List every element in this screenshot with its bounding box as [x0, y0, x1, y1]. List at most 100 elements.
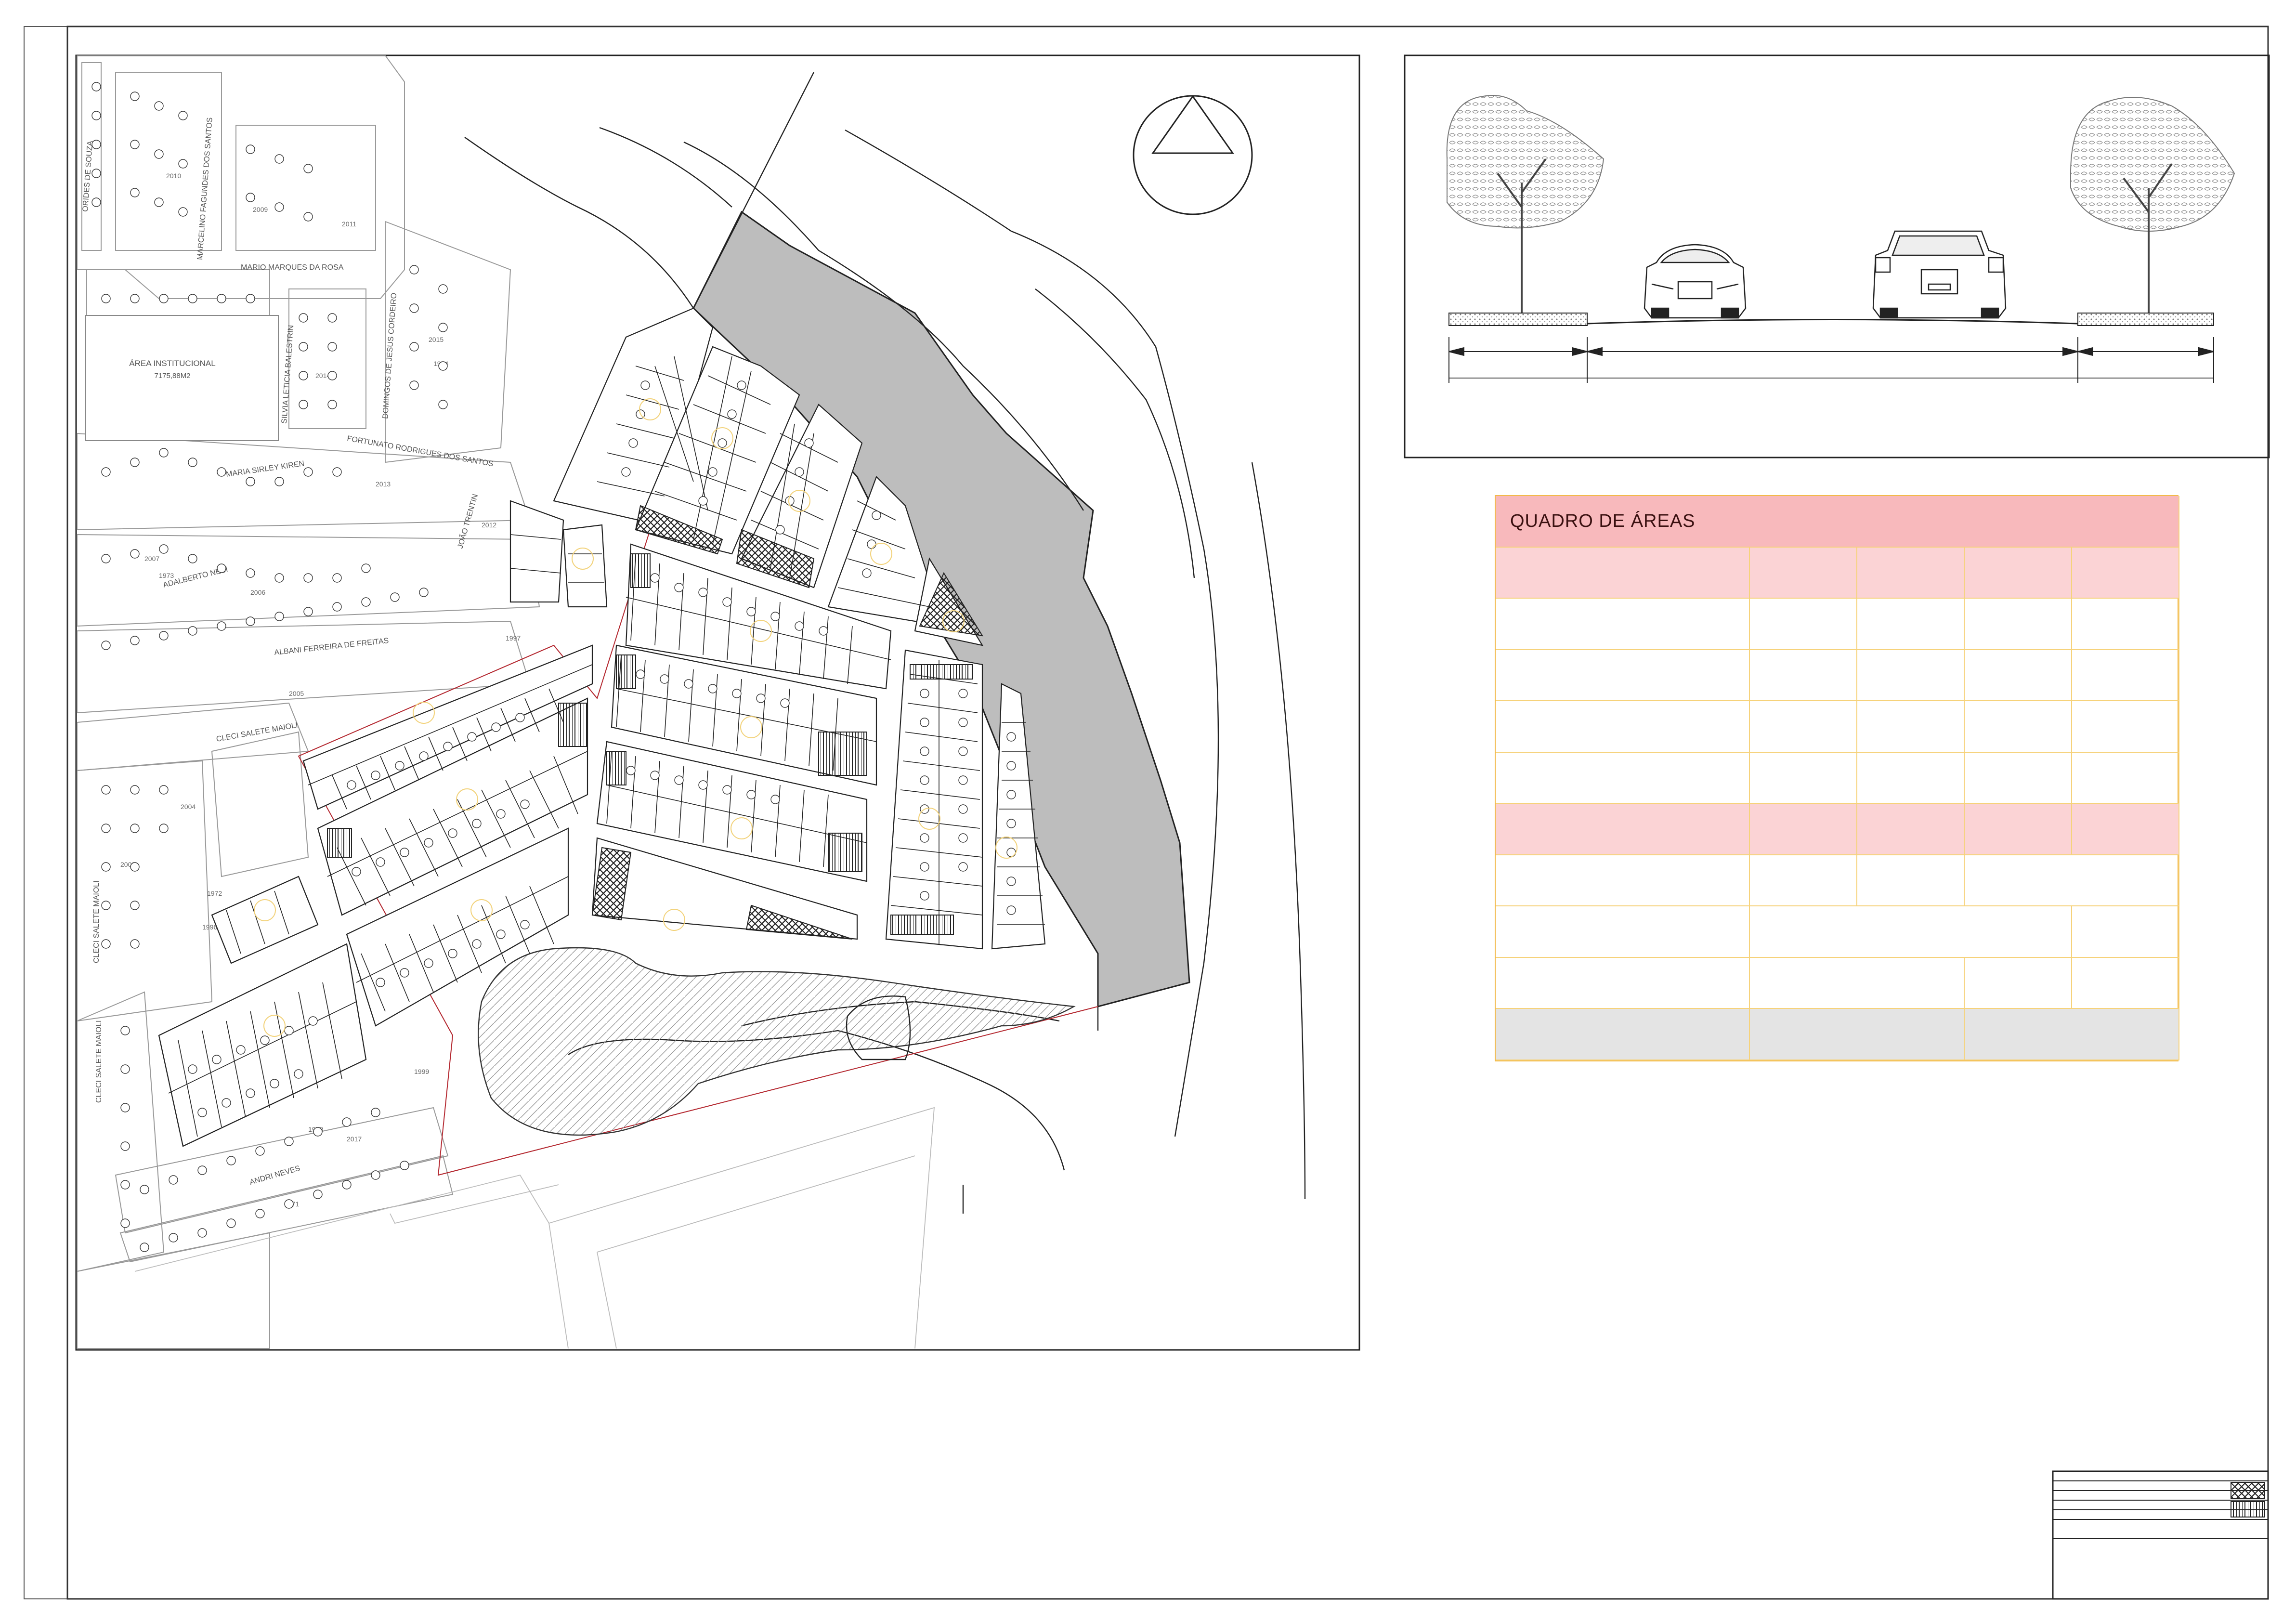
table-cell: [2072, 547, 2179, 599]
title-block: [2052, 1470, 2269, 1600]
street-label: ALBANI FERREIRA DE FREITAS: [274, 637, 389, 657]
table-cell: [2072, 599, 2179, 650]
table-cell: [1750, 804, 1857, 855]
table-cell: [1965, 957, 2072, 1009]
table-cell: [1965, 855, 2179, 907]
table-cell: [1857, 650, 1965, 702]
table-total-cell: [1965, 1009, 2179, 1060]
table-cell: [2072, 650, 2179, 702]
table-total-cell: [1496, 1009, 1750, 1060]
table-cell: [1750, 547, 1857, 599]
street-label: MARIO MARQUES DA ROSA: [241, 263, 344, 272]
table-cell: [1496, 701, 1750, 753]
table-cell: [1750, 701, 1857, 753]
block-number: 2005: [289, 690, 304, 697]
table-cell: [2072, 701, 2179, 753]
table-cell: [1965, 752, 2072, 804]
block-outline: [885, 649, 983, 950]
bars-lot: [616, 654, 636, 689]
bars-lot: [558, 703, 588, 747]
block-number: 2013: [376, 480, 391, 488]
site-plan: ÁREA INSTITUCIONAL 7175,88M2 MARIO MARQU…: [77, 55, 1306, 1349]
table-cell: [1496, 752, 1750, 804]
table-cell: [1496, 804, 1750, 855]
street-label: ANDRI NEVES: [248, 1164, 301, 1187]
street-label: DOMINGOS DE JESUS CORDEIRO: [381, 292, 398, 419]
table-cell: [1857, 701, 1965, 753]
areas-table-title: QUADRO DE ÁREAS: [1496, 496, 2179, 548]
table-cell: [1496, 650, 1750, 702]
bars-lot: [828, 833, 862, 872]
bars-lot: [606, 751, 626, 785]
street-label: CLECI SALETE MAIOLI: [92, 880, 101, 963]
institutional-area-label: ÁREA INSTITUCIONAL: [129, 359, 215, 368]
table-cell: [1965, 701, 2072, 753]
table-cell: [1965, 804, 2072, 855]
north-arrow-icon: [1133, 95, 1253, 215]
block-outline: [509, 500, 564, 603]
table-cell: [1496, 906, 1750, 958]
areas-table: QUADRO DE ÁREAS: [1495, 495, 2179, 1061]
street-label: MARIA SIRLEY KIREN: [225, 459, 305, 479]
retention-area: [478, 947, 1076, 1136]
block-number: 2015: [429, 336, 444, 343]
table-cell: [1750, 855, 1857, 907]
table-cell: [2072, 752, 2179, 804]
bars-lot: [818, 732, 867, 776]
block-number: 2017: [347, 1135, 362, 1143]
table-cell: [1496, 547, 1750, 599]
dimension-lines: [1448, 337, 2214, 383]
sidewalk-right: [2077, 313, 2214, 326]
bars-lot: [327, 828, 352, 858]
table-cell: [1750, 599, 1857, 650]
table-cell: [1965, 599, 2072, 650]
block-number: 1999: [414, 1068, 429, 1075]
tree-icon: [1446, 95, 1605, 313]
table-cell: [2072, 957, 2179, 1009]
table-cell: [1750, 752, 1857, 804]
block-number: 2012: [482, 521, 496, 529]
block-number: 2004: [181, 803, 196, 811]
block-outline: [562, 524, 608, 608]
table-cell: [1857, 752, 1965, 804]
block-number: 1972: [207, 889, 222, 897]
lower-outlines: [134, 1107, 935, 1349]
sidewalk-left: [1448, 313, 1588, 326]
block-number: 1997: [506, 634, 521, 642]
street-label: CLECI SALETE MAIOLI: [216, 721, 299, 744]
road-cross-section: [1446, 95, 2235, 383]
table-cell: [1750, 906, 2072, 958]
table-total-cell: [1750, 1009, 1965, 1060]
table-cell: [1965, 547, 2072, 599]
table-cell: [1750, 957, 1965, 1009]
table-cell: [1857, 599, 1965, 650]
block-number: 1973: [159, 572, 174, 579]
table-cell: [1750, 650, 1857, 702]
table-cell: [1965, 650, 2072, 702]
table-cell: [1857, 855, 1965, 907]
block-number: 2011: [342, 220, 356, 228]
title-block-logo: [2231, 1501, 2265, 1517]
street-label: CLECI SALETE MAIOLI: [95, 1020, 103, 1103]
table-cell: [2072, 804, 2179, 855]
institutional-area-size: 7175,88M2: [154, 372, 190, 380]
title-block-logo: [2231, 1482, 2265, 1499]
bars-lot: [630, 553, 651, 588]
table-cell: [1496, 599, 1750, 650]
street-label: MARCELINO FAGUNDES DOS SANTOS: [196, 117, 214, 260]
bars-lot: [890, 915, 954, 935]
car-rear-icon: [1872, 230, 2007, 319]
street-label: SILVIA LETICIA BALESTRIN: [280, 325, 295, 424]
table-cell: [2072, 906, 2179, 958]
table-cell: [1496, 957, 1750, 1009]
bars-lot: [910, 664, 973, 680]
block-outline: [211, 876, 319, 964]
table-cell: [1496, 855, 1750, 907]
roadway: [1587, 319, 2078, 325]
block-number: 2010: [166, 172, 181, 180]
block-number: 2006: [250, 589, 265, 596]
block-number: 2007: [144, 555, 159, 562]
tree-icon: [2070, 97, 2235, 313]
table-cell: [1857, 547, 1965, 599]
block-number: 2009: [253, 206, 268, 213]
